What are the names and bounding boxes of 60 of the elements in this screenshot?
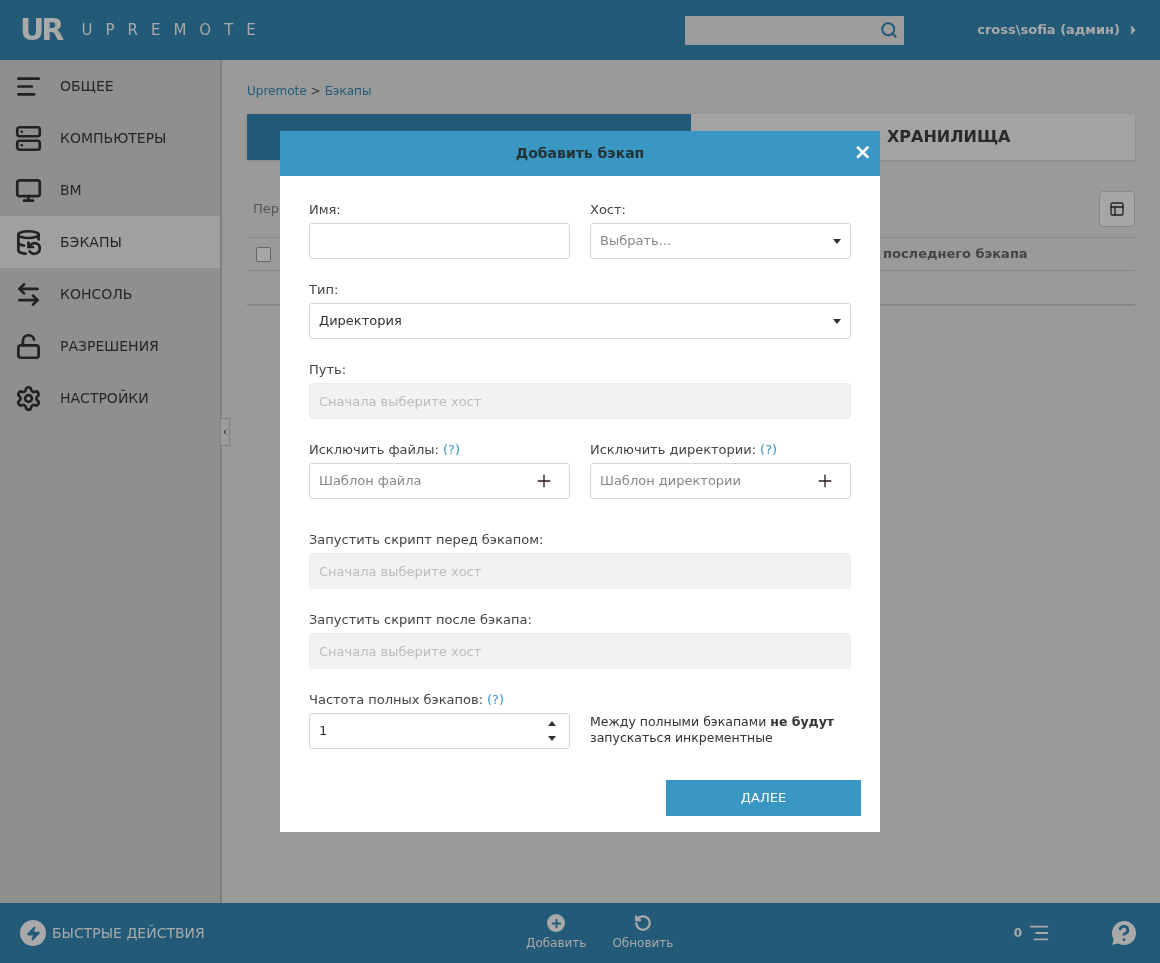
modal-title: Добавить бэкап: [515, 144, 645, 163]
field-label: Запустить скрипт после бэкапа:: [309, 612, 532, 627]
columns-icon: [1109, 201, 1125, 217]
backup-icon: [15, 228, 42, 256]
close-button[interactable]: ×: [853, 141, 872, 163]
input-field[interactable]: [309, 223, 570, 259]
field-label: Путь:: [309, 362, 347, 377]
select-field[interactable]: Выбрать...: [590, 223, 851, 259]
search-field[interactable]: [685, 15, 905, 45]
sidebar-item[interactable]: БЭКАПЫ: [0, 216, 220, 268]
lock-icon: [15, 332, 42, 360]
sidebar-item[interactable]: РАЗРЕШЕНИЯ: [0, 320, 220, 372]
breadcrumb-current: Бэкапы: [324, 83, 372, 98]
help-link[interactable]: (?): [760, 442, 778, 457]
footer-action[interactable]: Добавить: [526, 914, 587, 952]
settings-icon: [15, 384, 42, 412]
help-link[interactable]: (?): [487, 692, 505, 707]
plus-icon: [547, 914, 566, 932]
sidebar-item[interactable]: КОМПЬЮТЕРЫ: [0, 112, 220, 164]
number-field[interactable]: 1: [309, 713, 570, 749]
input-field[interactable]: Шаблон файла: [309, 463, 570, 499]
field-label: Исключить файлы:: [309, 442, 439, 457]
count-label: 0: [1013, 925, 1022, 942]
server-icon: [15, 124, 42, 152]
breadcrumb-separator: >: [310, 83, 321, 98]
sidebar-item[interactable]: ОБЩЕЕ: [0, 60, 220, 112]
column-header: последнего бэкапа: [883, 245, 1028, 264]
caret-icon: [833, 238, 841, 244]
quick-actions-button[interactable]: БЫСТРЫЕ ДЕЙСТВИЯ: [20, 920, 490, 946]
field-label: Запустить скрипт перед бэкапом:: [309, 532, 544, 547]
search-icon[interactable]: [880, 21, 899, 39]
sidebar-item[interactable]: КОНСОЛЬ: [0, 268, 220, 320]
monitor-icon: [15, 176, 42, 204]
collapse-handle[interactable]: [220, 418, 230, 446]
field-label: Частота полных бэкапов:: [309, 692, 484, 707]
logo-text: UPREMOTE: [81, 19, 269, 41]
refresh-icon: [633, 914, 652, 932]
field-label: Хост:: [590, 202, 626, 217]
next-button[interactable]: ДАЛЕЕ: [666, 780, 861, 816]
field-label: Тип:: [309, 282, 339, 297]
note-text: Между полными бэкапами не будут запускаться инкрементные: [590, 713, 836, 746]
toolbar-label: Пер: [253, 200, 280, 219]
caret-icon: [221, 427, 229, 437]
user-menu[interactable]: cross\sofia (админ): [977, 20, 1140, 40]
sidebar-item[interactable]: НАСТРОЙКИ: [0, 372, 220, 424]
field-label: Исключить директории:: [590, 442, 757, 457]
spinner-icon[interactable]: [548, 720, 556, 742]
sidebar-item[interactable]: ВМ: [0, 164, 220, 216]
help-link[interactable]: (?): [442, 442, 460, 457]
arrows-icon: [15, 280, 42, 308]
select-field[interactable]: Директория: [309, 303, 851, 339]
breadcrumb-link[interactable]: Upremote: [247, 82, 307, 98]
checkbox[interactable]: [256, 246, 271, 262]
input-field[interactable]: Шаблон директории: [590, 463, 851, 499]
caret-icon: [833, 318, 841, 324]
field-label: Имя:: [309, 202, 341, 217]
columns-button[interactable]: [1099, 191, 1135, 227]
lightning-icon: [20, 920, 46, 946]
logo-mark: UR: [20, 15, 62, 45]
footer-action[interactable]: Обновить: [612, 914, 674, 952]
